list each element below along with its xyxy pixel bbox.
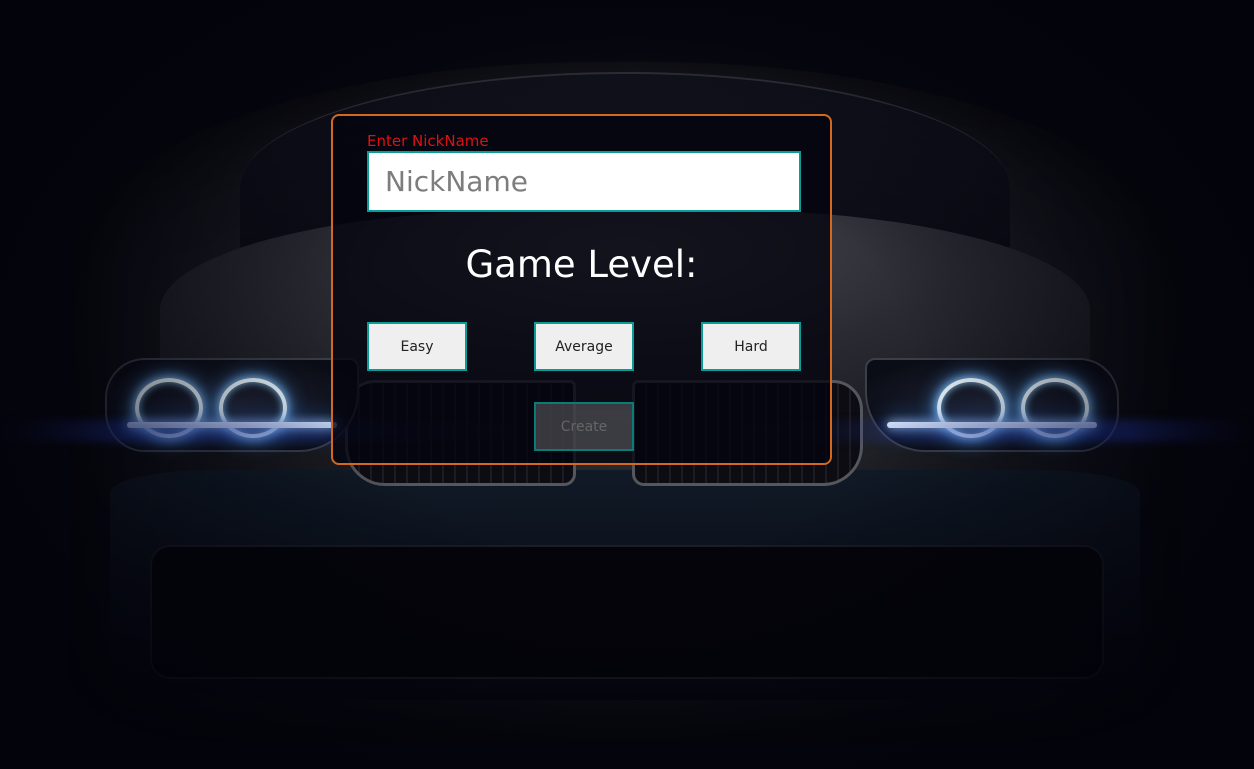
level-hard-button[interactable]: Hard [701, 322, 801, 371]
level-easy-button[interactable]: Easy [367, 322, 467, 371]
nickname-input[interactable] [367, 151, 801, 212]
setup-form-panel: Enter NickName Game Level: Easy Average … [331, 114, 832, 465]
game-setup-screen: Enter NickName Game Level: Easy Average … [0, 0, 1254, 769]
level-average-button[interactable]: Average [534, 322, 634, 371]
create-button[interactable]: Create [534, 402, 634, 451]
game-level-title: Game Level: [465, 243, 698, 286]
nickname-label: Enter NickName [367, 132, 489, 150]
